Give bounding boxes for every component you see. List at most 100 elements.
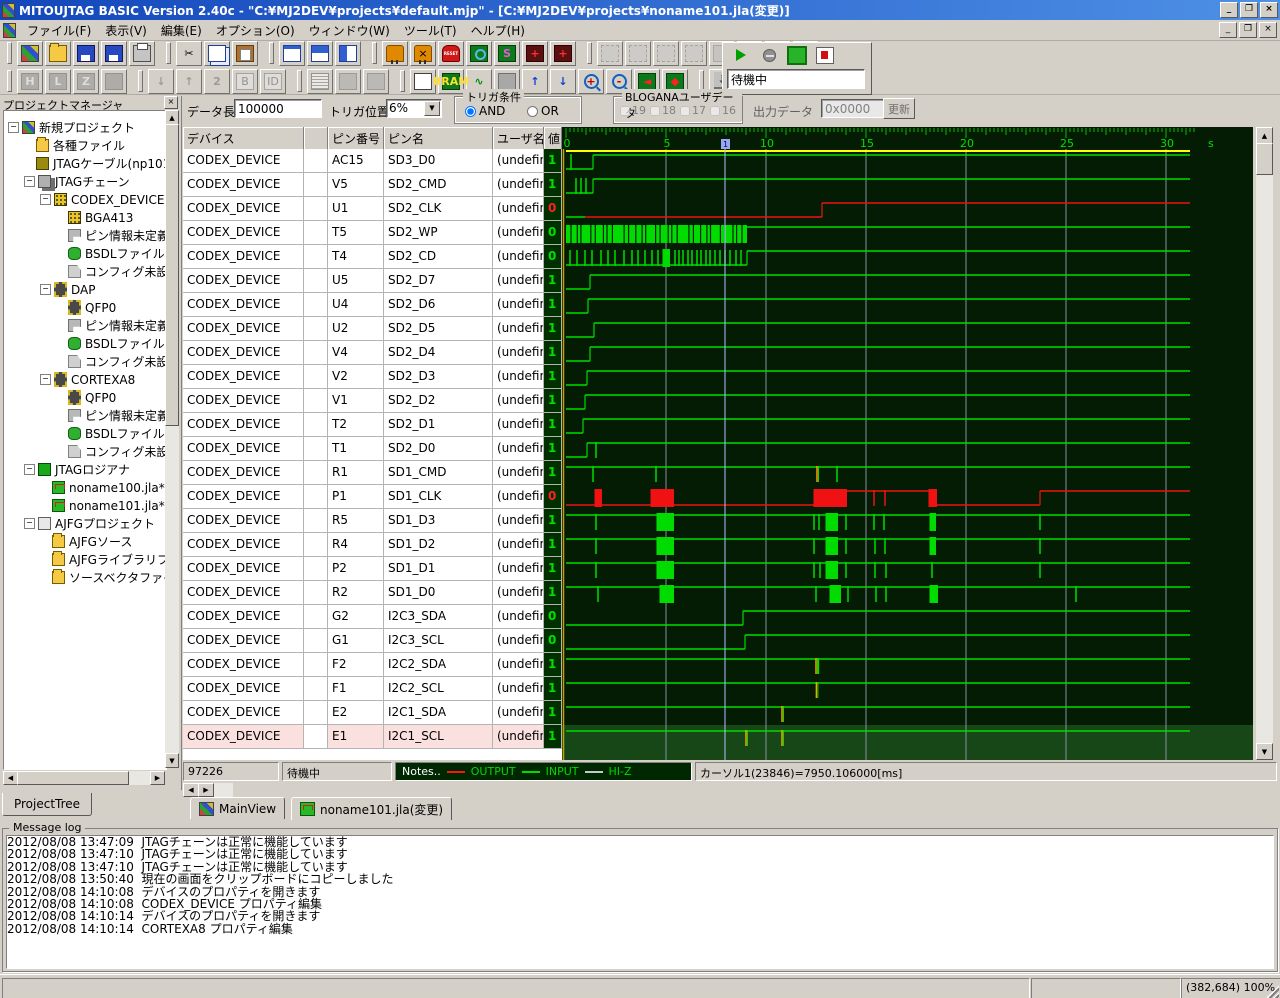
table-row[interactable]: CODEX_DEVICE V5SD2_CMD(undefined)1 (183, 173, 562, 197)
table-row[interactable]: CODEX_DEVICE E2I2C1_SDA(undefined)1 (183, 701, 562, 725)
table-row[interactable]: CODEX_DEVICE R1SD1_CMD(undefined)1 (183, 461, 562, 485)
tree-item[interactable]: AJFGソース (40, 533, 132, 550)
tree-item[interactable]: − CODEX_DEVICE (40, 191, 164, 208)
wave-up-button[interactable]: ↑ (522, 68, 548, 94)
blogana-bit-17-checkbox[interactable]: 17 (680, 104, 706, 117)
toolbar-grip[interactable] (138, 70, 143, 92)
scroll-left-icon[interactable]: ◀ (3, 771, 18, 785)
restore-button[interactable]: ❐ (1240, 2, 1258, 18)
collapse-icon[interactable]: − (24, 518, 35, 529)
tree-item[interactable]: − 新規プロジェクト (8, 119, 135, 136)
idcode-button[interactable]: ID (260, 68, 286, 94)
tree-item[interactable]: noname100.jla* (40, 479, 165, 496)
tree-item[interactable]: BSDLファイル参照 (56, 425, 166, 442)
tile-vertical-button[interactable] (335, 40, 361, 66)
tree-item[interactable]: BSDLファイル参照 (56, 245, 166, 262)
table-row[interactable]: CODEX_DEVICE F1I2C2_SCL(undefined)1 (183, 677, 562, 701)
table-row[interactable]: CODEX_DEVICE R2SD1_D0(undefined)1 (183, 581, 562, 605)
table-row[interactable]: CODEX_DEVICE G1I2C3_SCL(undefined)0 (183, 629, 562, 653)
waveform-horizontal-scrollbar[interactable]: ◀ ▶ (183, 783, 233, 797)
table-row[interactable]: CODEX_DEVICE G2I2C3_SDA(undefined)0 (183, 605, 562, 629)
print-button[interactable] (129, 40, 155, 66)
message-log-list[interactable]: 2012/08/08 13:47:09 JTAGチェーンは正常に機能しています 2… (6, 835, 1274, 969)
blogana-bit-16-checkbox[interactable]: 16 (710, 104, 736, 117)
collapse-icon[interactable]: − (40, 194, 51, 205)
column-header[interactable]: 値 (544, 127, 562, 149)
collapse-icon[interactable]: − (24, 464, 35, 475)
toolbar-grip[interactable] (587, 42, 592, 64)
table-row[interactable]: CODEX_DEVICE V1SD2_D2(undefined)1 (183, 389, 562, 413)
toolbar-grip[interactable] (372, 42, 377, 64)
tree-item[interactable]: − JTAGロジアナ (24, 461, 130, 478)
blogana-bit-18-checkbox[interactable]: 18 (650, 104, 676, 117)
set-low-button[interactable]: L (45, 68, 71, 94)
toolbar-grip[interactable] (297, 70, 302, 92)
collapse-icon[interactable]: − (40, 284, 51, 295)
child-close-button[interactable]: × (1259, 22, 1277, 38)
bram-button[interactable]: BRAM (433, 68, 469, 94)
menu-h[interactable]: ヘルプ(H) (464, 20, 532, 41)
preload-button[interactable]: 2 (204, 68, 230, 94)
collapse-icon[interactable]: − (40, 374, 51, 385)
scroll-right-icon[interactable]: ▶ (198, 783, 214, 797)
waveform-display[interactable]: 0 5 10 15 20 25 30 s 1 (562, 127, 1253, 760)
cable-disconnect-button[interactable]: × (410, 40, 436, 66)
chain-route-button[interactable]: S (494, 40, 520, 66)
set-high-button[interactable]: H (17, 68, 43, 94)
open-button[interactable] (45, 40, 71, 66)
boundary-scan-button[interactable] (466, 40, 492, 66)
package-view-2-button[interactable] (625, 40, 651, 66)
column-header[interactable]: ピン名 (384, 127, 493, 149)
table-row[interactable]: CODEX_DEVICE R5SD1_D3(undefined)1 (183, 509, 562, 533)
tree-item[interactable]: − JTAGチェーン (24, 173, 130, 190)
scroll-left-icon[interactable]: ◀ (183, 783, 199, 797)
tab-project-tree[interactable]: ProjectTree (2, 793, 92, 816)
child-restore-button[interactable]: ❐ (1239, 22, 1257, 38)
tree-item[interactable]: JTAGケーブル(np1010) (24, 155, 166, 172)
scroll-up-icon[interactable]: ▲ (1256, 127, 1273, 144)
close-button[interactable]: × (1260, 2, 1278, 18)
collapse-icon[interactable]: − (24, 176, 35, 187)
menu-w[interactable]: ウィンドウ(W) (302, 20, 397, 41)
data-length-input[interactable] (234, 99, 322, 118)
tree-item[interactable]: QFP0 (56, 389, 116, 406)
add-device-button[interactable]: + (522, 40, 548, 66)
table-row[interactable]: CODEX_DEVICE T2SD2_D1(undefined)1 (183, 413, 562, 437)
tree-vertical-scrollbar[interactable]: ▲ ▼ (165, 110, 179, 768)
table-row[interactable]: CODEX_DEVICE U5SD2_D7(undefined)1 (183, 269, 562, 293)
waveform-vertical-scrollbar[interactable]: ▲ ▼ (1256, 127, 1273, 760)
paste-button[interactable] (232, 40, 258, 66)
tree-item[interactable]: コンフィグ未設定 (56, 263, 166, 280)
cut-button[interactable]: ✂ (176, 40, 202, 66)
logana-stop-button[interactable] (812, 42, 838, 68)
cascade-windows-button[interactable] (279, 40, 305, 66)
toolbar-grip[interactable] (166, 42, 171, 64)
pause-button[interactable] (756, 42, 782, 68)
tree-item[interactable]: − DAP (40, 281, 95, 298)
tile-horizontal-button[interactable] (307, 40, 333, 66)
table-row[interactable]: CODEX_DEVICE V2SD2_D3(undefined)1 (183, 365, 562, 389)
tree-item[interactable]: BSDLファイル参照 (56, 335, 166, 352)
toolbar-grip[interactable] (7, 70, 12, 92)
package-view-3-button[interactable] (653, 40, 679, 66)
table-row[interactable]: CODEX_DEVICE P2SD1_D1(undefined)1 (183, 557, 562, 581)
toolbar-grip[interactable] (400, 70, 405, 92)
table-row[interactable]: CODEX_DEVICE F2I2C2_SDA(undefined)1 (183, 653, 562, 677)
pin-list-button[interactable] (307, 68, 333, 94)
tree-item[interactable]: BGA413 (56, 209, 133, 226)
table-row[interactable]: CODEX_DEVICE U4SD2_D6(undefined)1 (183, 293, 562, 317)
tree-item[interactable]: noname101.jla* (40, 497, 165, 514)
add-device-list-button[interactable]: + (550, 40, 576, 66)
toolbar-grip[interactable] (7, 42, 12, 64)
tab-mainview[interactable]: MainView (190, 797, 286, 819)
jtag-reset-button[interactable]: RESET (438, 40, 464, 66)
panel-close-icon[interactable]: × (164, 96, 178, 109)
table-row[interactable]: CODEX_DEVICE R4SD1_D2(undefined)1 (183, 533, 562, 557)
trigger-and-radio[interactable]: AND (465, 104, 505, 118)
save-as-button[interactable] (101, 40, 127, 66)
column-header[interactable]: ピン番号 (328, 127, 384, 149)
table-row[interactable]: CODEX_DEVICE U1SD2_CLK(undefined)0 (183, 197, 562, 221)
copy-button[interactable] (204, 40, 230, 66)
child-minimize-button[interactable]: _ (1219, 22, 1237, 38)
cable-connect-button[interactable] (382, 40, 408, 66)
